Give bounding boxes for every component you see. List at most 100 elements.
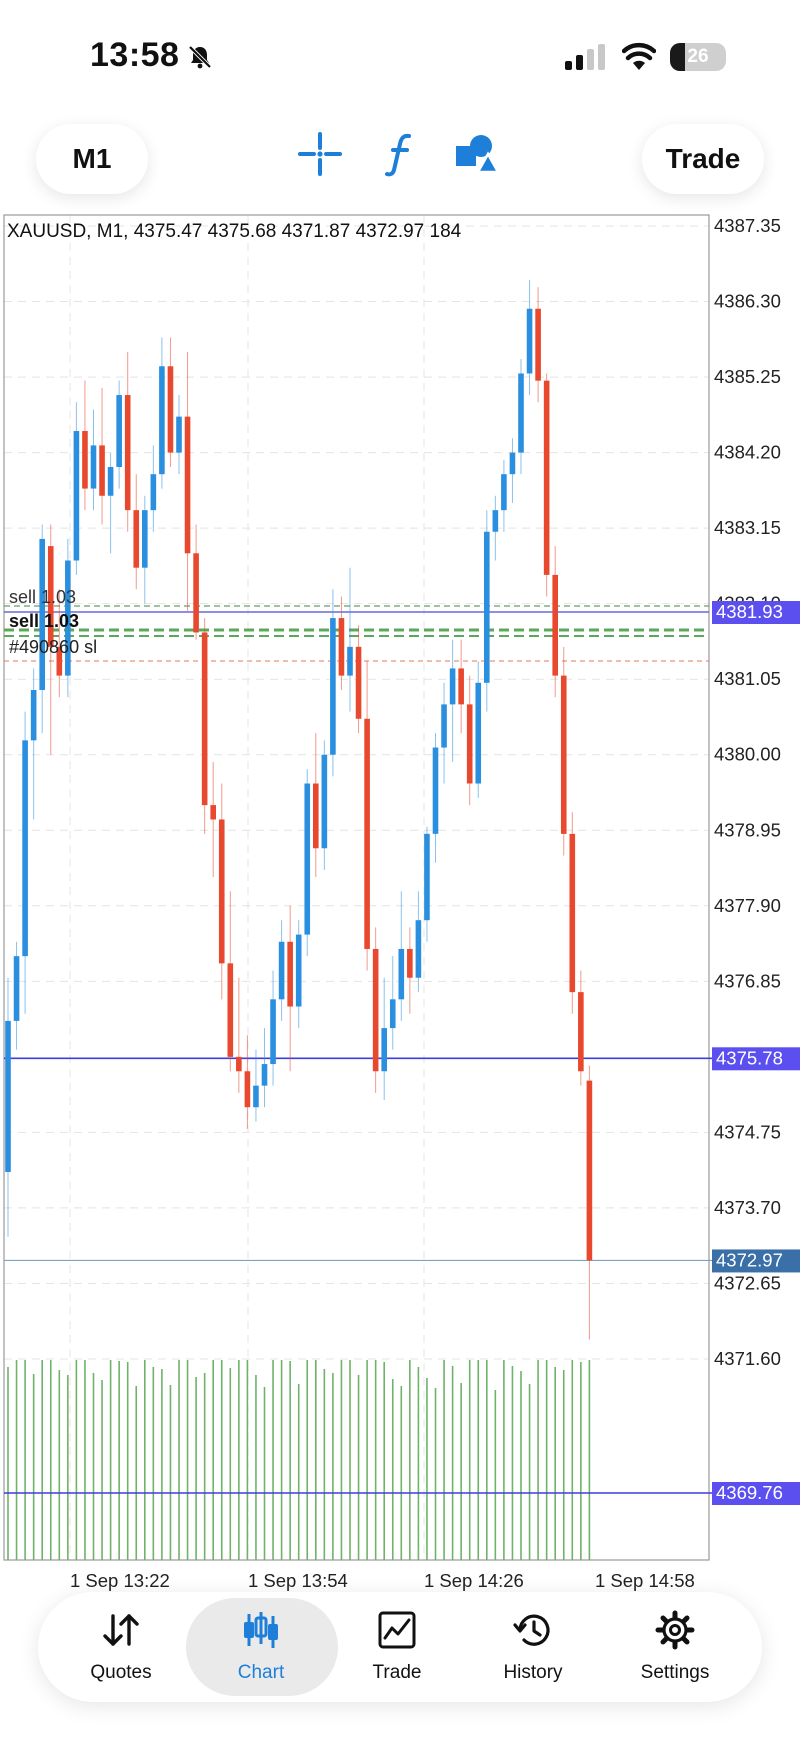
candle-body	[569, 833, 576, 993]
nav-quotes[interactable]: Quotes	[56, 1592, 186, 1702]
candle-body	[142, 510, 148, 568]
candle-body	[73, 431, 80, 561]
candle-body	[535, 308, 541, 381]
candle	[116, 380, 122, 489]
chart-frame	[3, 214, 710, 1561]
wifi-icon	[622, 42, 656, 70]
candle-body	[424, 833, 430, 921]
candle	[278, 920, 285, 1021]
candle	[484, 510, 490, 712]
candle	[432, 733, 439, 863]
candle	[509, 438, 516, 503]
time-scale-label: 1 Sep 13:22	[70, 1570, 170, 1591]
timeframe-button[interactable]: M1	[36, 124, 148, 194]
candle-body	[347, 646, 353, 676]
candle-body	[466, 704, 473, 784]
candle	[176, 395, 182, 475]
objects-icon[interactable]	[452, 130, 500, 178]
nav-settings[interactable]: Settings	[610, 1592, 740, 1702]
candle-body	[253, 1085, 259, 1108]
price-scale-label: 4372.65	[714, 1272, 781, 1293]
candle	[407, 927, 413, 1014]
candle-body	[313, 783, 319, 849]
candle-body	[355, 646, 362, 719]
cellular-signal-icon	[565, 44, 605, 70]
chart-toolbar: M1 Trade	[0, 110, 800, 210]
candle-body	[227, 963, 234, 1057]
candle	[99, 387, 105, 525]
candle	[449, 639, 456, 762]
candle-body	[201, 632, 208, 806]
candle	[330, 589, 336, 777]
candle	[569, 812, 576, 1014]
nav-history[interactable]: History	[468, 1592, 598, 1702]
candle-body	[321, 754, 328, 849]
candle-body	[90, 445, 97, 489]
candle-body	[578, 992, 584, 1072]
time-scale-label: 1 Sep 13:54	[248, 1570, 348, 1591]
candle-body	[398, 948, 405, 1000]
candle-body	[509, 452, 516, 475]
candle	[210, 761, 216, 878]
price-scale-label: 4373.70	[714, 1197, 781, 1218]
candle-body	[30, 689, 37, 741]
price-chart[interactable]: XAUUSD, M1, 4375.47 4375.68 4371.87 4372…	[0, 212, 800, 1592]
candle-body	[449, 668, 456, 705]
candle-body	[236, 1056, 242, 1072]
crosshair-icon[interactable]	[296, 130, 344, 178]
candle	[424, 826, 430, 942]
candle	[73, 402, 80, 575]
history-icon	[513, 1614, 550, 1646]
candle-body	[552, 574, 558, 676]
status-bar: 13:58 26	[0, 0, 800, 110]
battery-indicator: 26	[670, 43, 726, 71]
candle	[398, 891, 405, 1021]
nav-history-label: History	[503, 1662, 563, 1683]
nav-chart[interactable]: Chart	[186, 1592, 338, 1702]
candle	[441, 682, 447, 784]
candle	[287, 905, 293, 1072]
candle-body	[193, 553, 199, 633]
candle-body	[218, 819, 225, 964]
bottom-navigation: Quotes Chart Trade History Settings	[38, 1592, 762, 1702]
candle	[586, 1065, 593, 1340]
chart-canvas[interactable]: XAUUSD, M1, 4375.47 4375.68 4371.87 4372…	[0, 212, 800, 1592]
candle	[184, 351, 191, 611]
settings-icon	[655, 1610, 695, 1650]
indicators-icon[interactable]	[376, 130, 424, 178]
candle-body	[407, 948, 413, 978]
candle-body	[107, 466, 114, 496]
candle-body	[372, 948, 379, 1072]
price-scale-label: 4384.20	[714, 442, 781, 463]
price-scale-label: 4387.35	[714, 215, 781, 236]
price-scale-label: 4386.30	[714, 291, 781, 312]
candle	[466, 675, 473, 806]
trade-levels	[4, 605, 800, 1494]
price-tags: 4381.93 4375.78 4372.97 4369.76	[712, 601, 800, 1505]
candle-body	[330, 618, 336, 755]
price-scale: 4387.354386.304385.254384.204383.154382.…	[714, 215, 781, 1369]
candle	[355, 625, 362, 734]
candle	[30, 668, 37, 820]
candle-body	[295, 934, 302, 1007]
candle	[475, 661, 482, 798]
nav-settings-label: Settings	[640, 1662, 710, 1683]
candle	[124, 351, 131, 532]
price-tag-level-text: 4375.78	[716, 1047, 783, 1068]
candle	[304, 769, 311, 957]
trade-button[interactable]: Trade	[642, 124, 764, 194]
price-scale-label: 4371.60	[714, 1348, 781, 1369]
candle-body	[150, 474, 157, 511]
candle	[167, 337, 174, 467]
candle-body	[116, 395, 122, 467]
price-scale-label: 4380.00	[714, 744, 781, 765]
candle-body	[381, 1028, 387, 1072]
candle	[518, 359, 524, 475]
nav-trade[interactable]: Trade	[332, 1592, 462, 1702]
candle	[560, 646, 567, 856]
candle-body	[22, 740, 28, 957]
candle-body	[475, 682, 482, 784]
candle-body	[586, 1080, 593, 1261]
candle-body	[82, 431, 88, 489]
battery-percent: 26	[687, 46, 709, 67]
